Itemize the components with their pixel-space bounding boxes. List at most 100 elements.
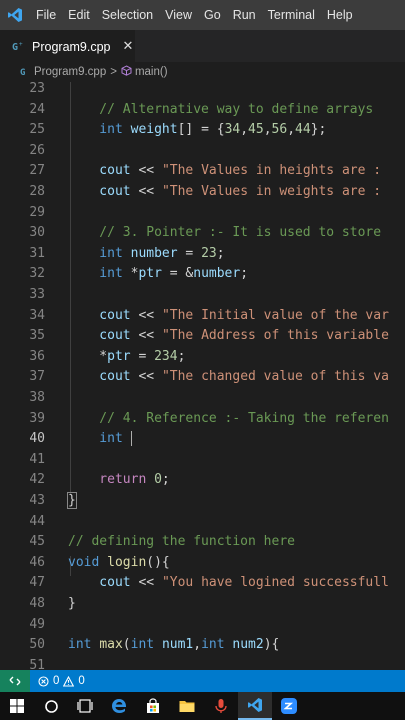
line-number: 47	[29, 575, 45, 591]
menu-view[interactable]: View	[159, 8, 198, 22]
zoom-icon[interactable]	[272, 692, 306, 720]
code-line[interactable]: 30 // 3. Pointer :- It is used to store	[0, 223, 405, 244]
code-line[interactable]: 43}	[0, 491, 405, 512]
code-line[interactable]: 44	[0, 512, 405, 533]
breadcrumb-file[interactable]: G Program9.cpp	[20, 66, 106, 79]
code-line[interactable]: 35 cout << "The Address of this variable	[0, 326, 405, 347]
line-number: 33	[29, 287, 45, 302]
code-line[interactable]: 32 int *ptr = &number;	[0, 264, 405, 285]
remote-icon	[9, 676, 21, 686]
menu-terminal[interactable]: Terminal	[262, 8, 321, 22]
line-number: 30	[29, 225, 45, 241]
code-line[interactable]: 33	[0, 285, 405, 306]
line-number: 48	[29, 596, 45, 611]
warning-icon	[63, 675, 75, 687]
breadcrumb: G Program9.cpp > main()	[0, 62, 405, 82]
code-line[interactable]: 38	[0, 388, 405, 409]
remote-indicator[interactable]	[0, 670, 30, 692]
line-number: 49	[29, 616, 45, 632]
code-text: cout << "The Initial value of the var	[68, 307, 389, 323]
code-text: cout << "The Values in heights are :	[68, 163, 389, 179]
windows-start-icon[interactable]	[0, 692, 34, 720]
edge-icon[interactable]	[102, 692, 136, 720]
line-number: 44	[29, 513, 45, 529]
code-line[interactable]: 29	[0, 203, 405, 224]
tab-bar: G + Program9.cpp ✕	[0, 30, 405, 62]
line-number: 29	[29, 204, 45, 220]
code-line[interactable]: 39 // 4. Reference :- Taking the referen	[0, 409, 405, 430]
line-number: 28	[29, 184, 45, 199]
line-number: 24	[29, 101, 45, 117]
code-line[interactable]: 51	[0, 656, 405, 670]
line-number: 42	[29, 472, 45, 488]
line-number: 27	[29, 163, 45, 179]
close-icon[interactable]: ✕	[123, 39, 134, 54]
vscode-icon[interactable]	[238, 692, 272, 720]
code-text: // defining the function here	[68, 534, 295, 550]
code-line[interactable]: 49	[0, 615, 405, 636]
line-number: 45	[29, 534, 45, 550]
code-line[interactable]: 24 // Alternative way to define arrays	[0, 100, 405, 121]
menu-help[interactable]: Help	[321, 8, 359, 22]
line-number: 38	[29, 390, 45, 405]
code-line[interactable]: 40 int	[0, 429, 405, 450]
code-text: int	[68, 431, 133, 447]
task-view-icon[interactable]	[68, 692, 102, 720]
breadcrumb-separator: >	[110, 66, 117, 78]
menu-file[interactable]: File	[30, 8, 62, 22]
code-line[interactable]: 42 return 0;	[0, 470, 405, 491]
problems-indicator[interactable]: 0 0	[38, 675, 85, 687]
menu-selection[interactable]: Selection	[96, 8, 159, 22]
store-icon[interactable]	[136, 692, 170, 720]
code-line[interactable]: 27 cout << "The Values in heights are :	[0, 161, 405, 182]
file-explorer-icon[interactable]	[170, 692, 204, 720]
line-number: 36	[29, 348, 45, 364]
microphone-icon[interactable]	[204, 692, 238, 720]
code-line[interactable]: 37 cout << "The changed value of this va	[0, 367, 405, 388]
code-text: cout << "The Values in weights are :	[68, 184, 389, 199]
menu-run[interactable]: Run	[227, 8, 262, 22]
tab-program9-cpp[interactable]: G + Program9.cpp ✕	[0, 30, 135, 62]
code-line[interactable]: 50 int max(int num1,int num2){	[0, 635, 405, 656]
code-line[interactable]: 46 void login(){	[0, 553, 405, 574]
tab-label: Program9.cpp	[32, 39, 111, 54]
line-number: 50	[29, 637, 45, 653]
code-editor[interactable]: 23 24 // Alternative way to define arrays…	[0, 82, 405, 670]
code-line[interactable]: 47 cout << "You have logined successfull	[0, 573, 405, 594]
code-text: int max(int num1,int num2){	[68, 637, 280, 653]
svg-text:+: +	[19, 41, 23, 48]
menu-bar: File Edit Selection View Go Run Terminal…	[0, 0, 405, 30]
code-line[interactable]: 31 int number = 23;	[0, 244, 405, 265]
line-number: 51	[29, 657, 45, 670]
cpp-file-icon: G	[20, 66, 31, 79]
status-bar: 0 0	[0, 670, 405, 692]
warning-count: 0	[78, 675, 85, 687]
code-text: int *ptr = &number;	[68, 266, 249, 282]
code-text: *ptr = 234;	[68, 348, 186, 364]
code-line[interactable]: 36 *ptr = 234;	[0, 347, 405, 368]
code-line[interactable]: 28 cout << "The Values in weights are :	[0, 182, 405, 203]
line-number: 46	[29, 554, 45, 570]
line-number: 39	[29, 410, 45, 426]
code-line[interactable]: 41	[0, 450, 405, 471]
vscode-logo-icon[interactable]	[0, 0, 30, 30]
code-line[interactable]: 23	[0, 82, 405, 100]
error-icon	[38, 675, 49, 687]
line-number: 31	[29, 245, 45, 261]
line-number: 23	[29, 82, 45, 96]
line-number: 41	[29, 451, 45, 467]
code-text: }	[68, 596, 76, 611]
code-line[interactable]: 26	[0, 141, 405, 162]
menu-edit[interactable]: Edit	[62, 8, 96, 22]
code-line[interactable]: 34 cout << "The Initial value of the var	[0, 306, 405, 327]
code-text: int weight[] = {34,45,56,44};	[68, 122, 327, 138]
cpp-file-icon: G +	[12, 37, 26, 56]
line-number: 43	[29, 493, 45, 508]
code-line[interactable]: 48}	[0, 594, 405, 615]
breadcrumb-symbol[interactable]: main()	[121, 65, 168, 79]
search-icon[interactable]	[34, 692, 68, 720]
code-line[interactable]: 25 int weight[] = {34,45,56,44};	[0, 120, 405, 141]
line-number: 37	[29, 369, 45, 385]
menu-go[interactable]: Go	[198, 8, 227, 22]
code-line[interactable]: 45 // defining the function here	[0, 532, 405, 553]
